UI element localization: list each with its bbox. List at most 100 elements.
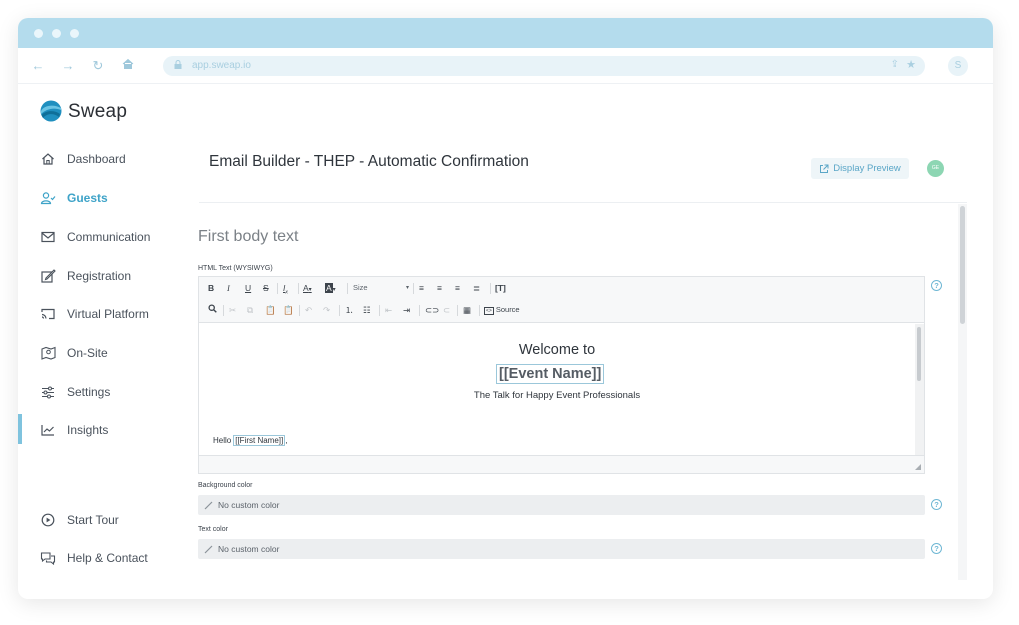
section-title: First body text (198, 228, 299, 245)
help-icon[interactable]: ? (931, 280, 942, 291)
text-color-button[interactable]: A▾ (303, 282, 312, 296)
title-bar (18, 18, 993, 48)
editor-toolbar: B I U S Ix A▾ A▾ Size▾ ≡ ≡ ≡ ≣ [T] ✂ ⧉ (199, 277, 924, 323)
undo-icon[interactable]: ↶ (305, 304, 312, 316)
play-circle-icon (40, 512, 56, 528)
cut-icon[interactable]: ✂ (229, 304, 236, 316)
align-right-icon[interactable]: ≡ (455, 282, 460, 294)
sidebar-item-dashboard[interactable]: Dashboard (40, 149, 126, 169)
url-field[interactable]: app.sweap.io ⇪ ★ (163, 56, 925, 76)
sidebar-item-help-contact[interactable]: Help & Contact (40, 548, 148, 568)
numbered-list-icon[interactable]: ⒈ (345, 304, 354, 316)
italic-button[interactable]: I (227, 282, 230, 294)
back-arrow-icon[interactable]: ← (30, 58, 46, 74)
sidebar-item-on-site[interactable]: On-Site (40, 343, 108, 363)
display-preview-button[interactable]: Display Preview (811, 158, 909, 179)
editor-scrollbar[interactable] (915, 324, 924, 455)
resize-handle-icon[interactable] (915, 464, 921, 470)
sidebar-item-virtual-platform[interactable]: Virtual Platform (40, 304, 149, 324)
first-name-placeholder[interactable]: [[First Name]] (233, 435, 286, 446)
underline-button[interactable]: U (245, 282, 251, 294)
welcome-heading: Welcome to (518, 342, 596, 358)
toolbar-separator (299, 305, 300, 316)
toolbar-separator (490, 283, 491, 294)
background-color-button[interactable]: A▾ (325, 282, 336, 296)
sidebar-item-insights[interactable]: Insights (40, 420, 108, 440)
brand-name: Sweap (68, 101, 128, 122)
sidebar-item-label: Help & Contact (67, 551, 148, 565)
source-icon: <> (484, 307, 494, 315)
background-color-label: Background color (198, 482, 253, 489)
event-name-placeholder[interactable]: [[Event Name]] (496, 364, 605, 384)
font-size-select[interactable]: Size ▾ (353, 282, 409, 294)
html-text-label: HTML Text (WYSIWYG) (198, 265, 273, 272)
help-icon[interactable]: ? (931, 499, 942, 510)
share-icon[interactable]: ⇪ (891, 59, 899, 70)
sidebar-item-label: Settings (67, 385, 111, 399)
bold-button[interactable]: B (208, 282, 214, 294)
forward-arrow-icon[interactable]: → (60, 58, 76, 74)
help-icon[interactable]: ? (931, 543, 942, 554)
strikethrough-button[interactable]: S (263, 282, 269, 294)
page-scrollbar-thumb[interactable] (960, 206, 965, 324)
toolbar-separator (339, 305, 340, 316)
map-icon (40, 345, 56, 361)
sidebar-item-settings[interactable]: Settings (40, 382, 110, 402)
outdent-icon[interactable]: ⇤ (385, 304, 392, 316)
align-center-icon[interactable]: ≡ (437, 282, 442, 294)
page-scrollbar[interactable] (958, 204, 967, 580)
table-icon[interactable]: ▦ (463, 304, 471, 316)
copy-icon[interactable]: ⧉ (247, 304, 253, 316)
chat-icon (40, 550, 56, 566)
source-button[interactable]: <> Source (484, 304, 520, 317)
user-avatar[interactable]: GE (927, 160, 944, 177)
editor-content[interactable]: Welcome to [[Event Name]] The Talk for H… (199, 324, 915, 455)
wysiwyg-editor: B I U S Ix A▾ A▾ Size▾ ≡ ≡ ≡ ≣ [T] ✂ ⧉ (198, 276, 925, 474)
indent-icon[interactable]: ⇥ (403, 304, 410, 316)
sidebar-item-label: Guests (67, 191, 108, 205)
sidebar-item-guests[interactable]: Guests (40, 188, 108, 208)
toolbar-separator (347, 283, 348, 294)
window-close-dot[interactable] (34, 29, 43, 38)
align-justify-icon[interactable]: ≣ (473, 282, 480, 294)
background-color-field[interactable]: No custom color (198, 495, 925, 515)
editor-scrollbar-thumb[interactable] (917, 327, 921, 381)
home-browser-icon[interactable] (120, 58, 136, 74)
greeting-text: Hello [[First Name]], (213, 435, 287, 446)
reload-icon[interactable]: ↻ (90, 58, 106, 74)
sweap-logo-icon (40, 100, 62, 122)
window-minimize-dot[interactable] (52, 29, 61, 38)
sidebar-item-start-tour[interactable]: Start Tour (40, 510, 119, 530)
toolbar-separator (223, 305, 224, 316)
window-maximize-dot[interactable] (70, 29, 79, 38)
toolbar-separator (457, 305, 458, 316)
sidebar-item-registration[interactable]: Registration (40, 266, 131, 286)
toolbar-separator (298, 283, 299, 294)
mail-icon (40, 229, 56, 245)
find-icon[interactable] (208, 304, 217, 316)
header-divider (199, 202, 967, 203)
text-color-value: No custom color (218, 544, 280, 554)
url-text: app.sweap.io (192, 60, 251, 71)
unlink-icon[interactable]: ⊂ (443, 304, 450, 316)
toolbar-separator (277, 283, 278, 294)
bookmark-star-icon[interactable]: ★ (906, 58, 916, 71)
lock-icon (174, 60, 182, 69)
remove-format-button[interactable]: Ix (283, 282, 288, 299)
browser-profile-avatar[interactable]: S (948, 56, 968, 76)
link-icon[interactable]: ⊂⊃ (425, 304, 439, 316)
text-format-icon[interactable]: [T] (495, 282, 506, 294)
sidebar-item-label: On-Site (67, 346, 108, 360)
tagline-text: The Talk for Happy Event Professionals (473, 390, 641, 401)
align-left-icon[interactable]: ≡ (419, 282, 424, 294)
hello-word: Hello (213, 436, 232, 445)
active-indicator (18, 414, 22, 444)
sidebar-item-communication[interactable]: Communication (40, 227, 150, 247)
redo-icon[interactable]: ↷ (323, 304, 330, 316)
background-color-value: No custom color (218, 500, 280, 510)
bulleted-list-icon[interactable]: ☷ (363, 304, 371, 316)
paste-text-icon[interactable]: 📋 (283, 304, 294, 316)
text-color-label: Text color (198, 526, 228, 533)
text-color-field[interactable]: No custom color (198, 539, 925, 559)
paste-icon[interactable]: 📋 (265, 304, 276, 316)
